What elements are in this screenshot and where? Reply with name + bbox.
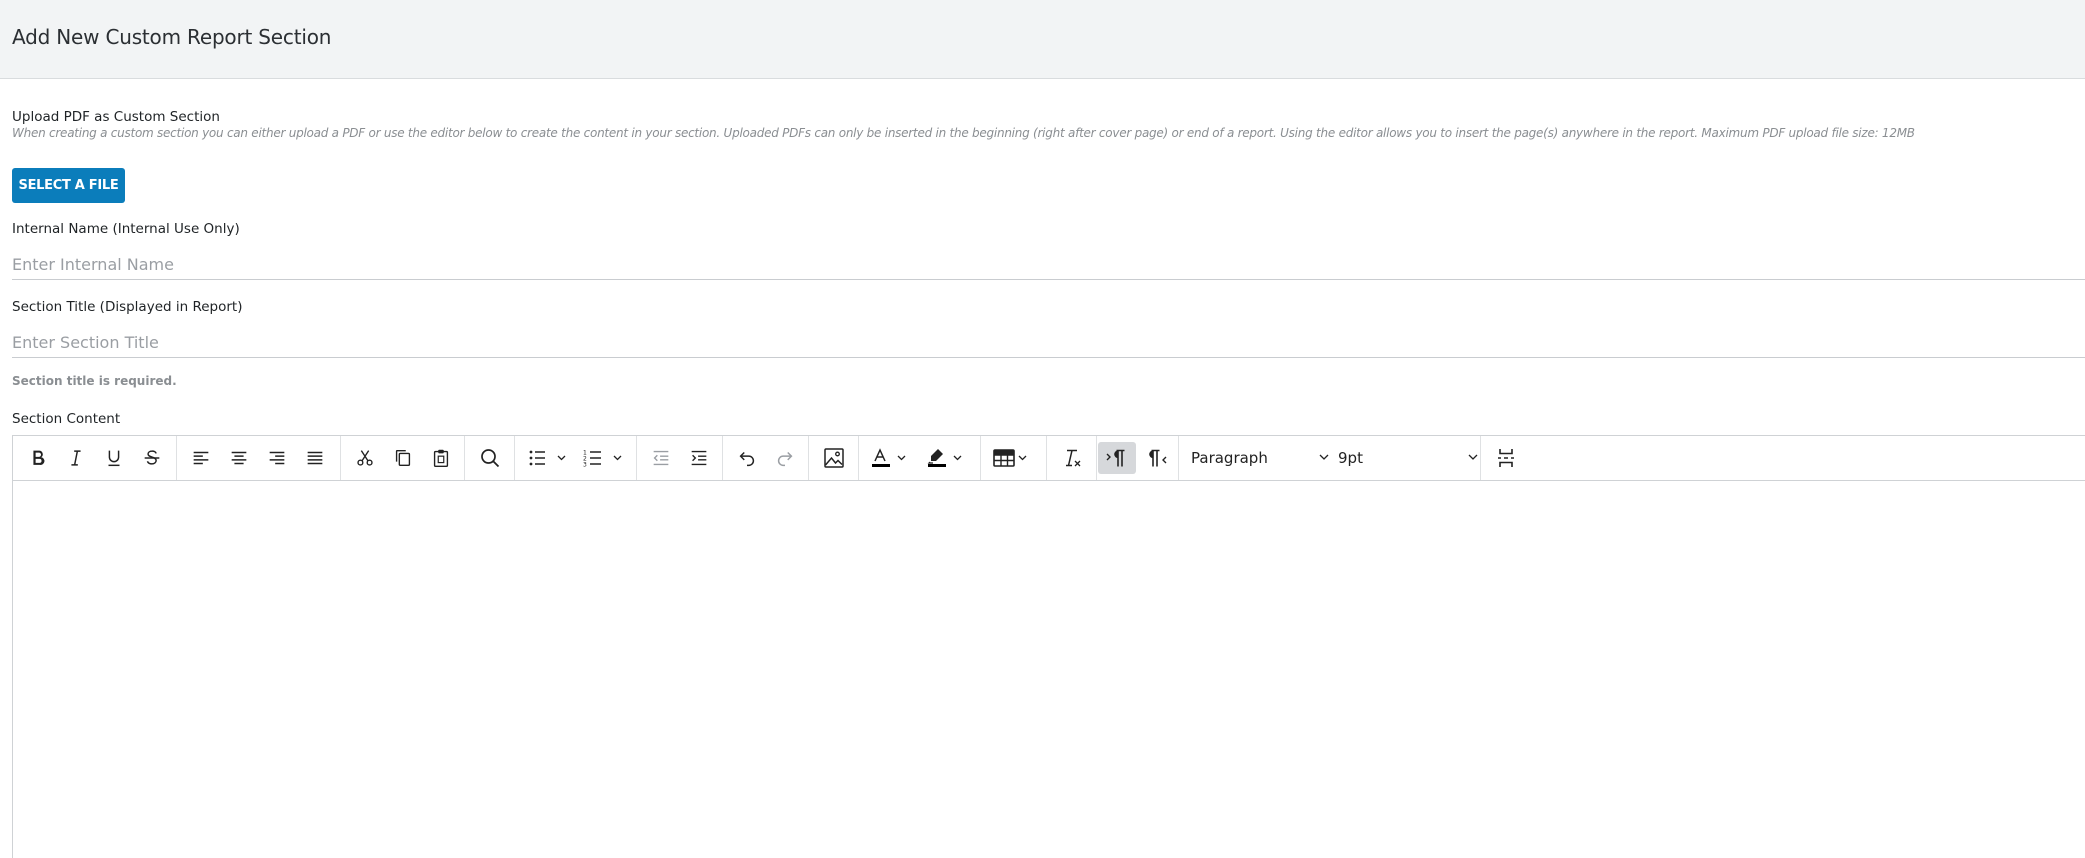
highlight-color-icon <box>927 449 962 467</box>
table-icon <box>993 449 1027 467</box>
align-right-icon <box>269 451 285 465</box>
toolbar-divider <box>722 436 723 480</box>
rich-text-editor: 123 Paragraph 9pt <box>12 435 2085 858</box>
editor-toolbar: 123 Paragraph 9pt <box>13 436 2085 481</box>
toolbar-divider <box>636 436 637 480</box>
font-size-value: 9pt <box>1338 449 1363 467</box>
toolbar-divider <box>514 436 515 480</box>
align-center-icon <box>231 451 247 465</box>
bullet-list-button[interactable] <box>526 442 570 474</box>
toolbar-divider <box>1046 436 1047 480</box>
align-left-button[interactable] <box>188 442 214 474</box>
page-title: Add New Custom Report Section <box>12 25 332 49</box>
section-content-label: Section Content <box>12 411 121 427</box>
toolbar-divider <box>340 436 341 480</box>
search-replace-button[interactable] <box>476 442 504 474</box>
toolbar-divider <box>176 436 177 480</box>
align-justify-button[interactable] <box>302 442 328 474</box>
undo-button[interactable] <box>734 442 760 474</box>
cut-icon <box>357 450 373 466</box>
indent-icon <box>691 450 707 466</box>
numbered-list-button[interactable]: 123 <box>582 442 626 474</box>
section-title-label: Section Title (Displayed in Report) <box>12 299 243 315</box>
clear-formatting-icon <box>1066 449 1081 467</box>
rtl-icon <box>1149 449 1167 467</box>
toolbar-divider <box>1480 436 1481 480</box>
rtl-button[interactable] <box>1140 442 1174 474</box>
svg-text:3: 3 <box>583 462 587 469</box>
ltr-button[interactable] <box>1098 442 1136 474</box>
paste-button[interactable] <box>428 442 454 474</box>
clear-formatting-button[interactable] <box>1058 442 1086 474</box>
bold-button[interactable] <box>25 442 51 474</box>
chevron-down-icon <box>1468 454 1478 460</box>
select-file-button[interactable]: SELECT A FILE <box>12 168 125 203</box>
toolbar-divider <box>858 436 859 480</box>
align-center-button[interactable] <box>226 442 252 474</box>
internal-name-input[interactable] <box>12 250 2085 280</box>
bullet-list-icon <box>529 450 566 466</box>
page-break-icon <box>1498 449 1514 467</box>
ltr-icon <box>1106 449 1125 467</box>
table-button[interactable] <box>992 442 1036 474</box>
copy-button[interactable] <box>390 442 416 474</box>
image-icon <box>824 448 844 468</box>
chevron-down-icon <box>1319 454 1329 460</box>
upload-pdf-label: Upload PDF as Custom Section <box>12 109 220 125</box>
block-format-select[interactable]: Paragraph <box>1191 442 1331 474</box>
section-title-input[interactable] <box>12 328 2085 358</box>
italic-icon <box>71 450 81 466</box>
toolbar-divider <box>464 436 465 480</box>
section-title-error: Section title is required. <box>12 374 177 388</box>
toolbar-divider <box>980 436 981 480</box>
internal-name-label: Internal Name (Internal Use Only) <box>12 221 240 237</box>
toolbar-divider <box>1178 436 1179 480</box>
outdent-button[interactable] <box>648 442 674 474</box>
undo-icon <box>739 451 755 467</box>
indent-button[interactable] <box>686 442 712 474</box>
text-color-button[interactable] <box>870 442 914 474</box>
page-break-button[interactable] <box>1492 442 1520 474</box>
outdent-icon <box>653 450 669 466</box>
bold-icon <box>33 450 45 465</box>
strikethrough-icon <box>144 450 160 465</box>
align-left-icon <box>193 451 209 465</box>
text-color-icon <box>872 448 906 467</box>
toolbar-divider <box>1096 436 1097 480</box>
strikethrough-button[interactable] <box>139 442 165 474</box>
search-replace-icon <box>481 449 500 468</box>
highlight-color-button[interactable] <box>926 442 970 474</box>
italic-button[interactable] <box>63 442 89 474</box>
copy-icon <box>395 449 411 467</box>
numbered-list-icon: 123 <box>583 450 622 469</box>
align-justify-icon <box>307 451 323 465</box>
cut-button[interactable] <box>352 442 378 474</box>
insert-image-button[interactable] <box>820 442 848 474</box>
redo-icon <box>777 451 793 467</box>
underline-icon <box>108 450 120 467</box>
align-right-button[interactable] <box>264 442 290 474</box>
underline-button[interactable] <box>101 442 127 474</box>
upload-pdf-hint: When creating a custom section you can e… <box>12 126 1915 140</box>
toolbar-divider <box>808 436 809 480</box>
page-header: Add New Custom Report Section <box>0 0 2085 79</box>
paste-icon <box>433 449 449 467</box>
font-size-select[interactable]: 9pt <box>1338 442 1480 474</box>
editor-content-area[interactable] <box>13 481 2085 858</box>
redo-button[interactable] <box>772 442 798 474</box>
block-format-value: Paragraph <box>1191 449 1268 467</box>
